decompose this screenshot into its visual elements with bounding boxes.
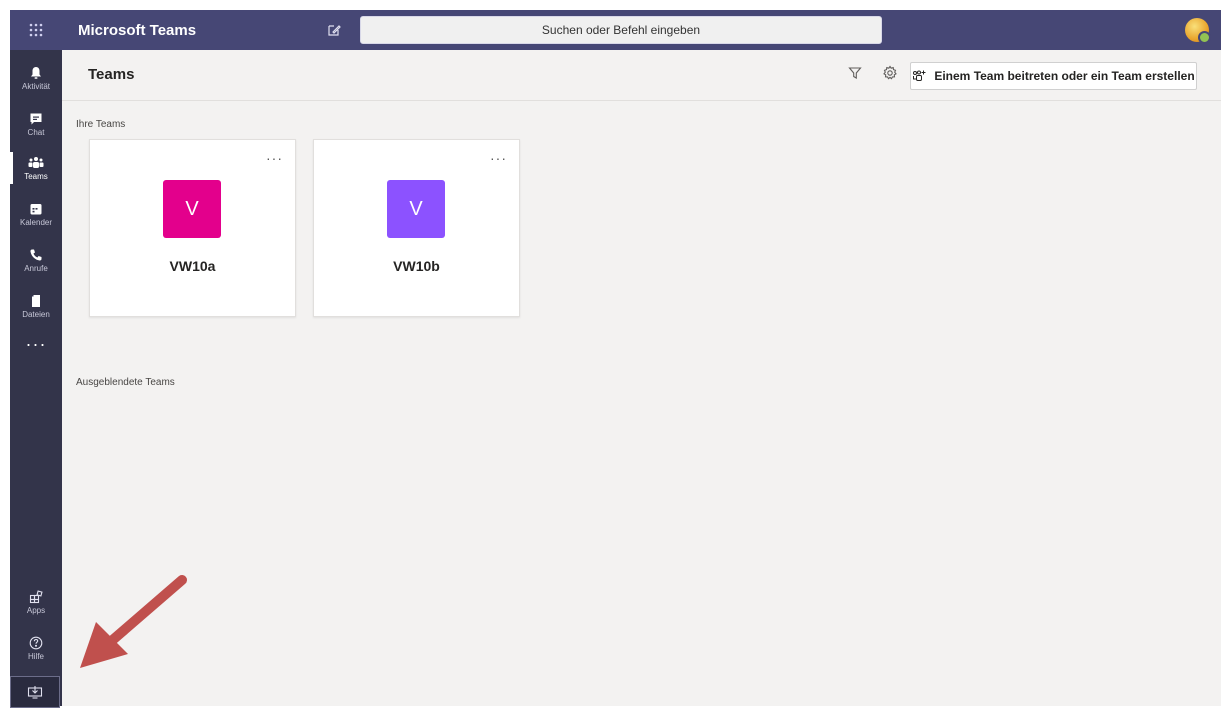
team-avatar: V [163,180,221,238]
team-card[interactable]: ··· V VW10b [313,139,520,317]
team-avatar: V [387,180,445,238]
rail-item-label: Anrufe [24,263,48,273]
download-app-button[interactable] [10,676,60,708]
compose-icon[interactable] [314,10,354,50]
search-input[interactable]: Suchen oder Befehl eingeben [360,16,882,44]
team-name: VW10a [169,258,216,274]
rail-item-label: Dateien [22,309,50,319]
team-name: VW10b [393,258,440,274]
team-card[interactable]: ··· V VW10a [89,139,296,317]
rail-item-help[interactable]: Hilfe [10,626,62,670]
rail-item-teams[interactable]: Teams [10,146,62,190]
rail-item-apps[interactable]: Apps [10,580,62,624]
add-team-icon [913,70,926,81]
app-launcher-icon[interactable] [10,10,62,50]
file-icon [32,294,40,307]
rail-item-label: Teams [24,171,48,181]
team-more-options-button[interactable]: ··· [490,150,507,166]
left-rail: Aktivität Chat Teams Kalender Anrufe Dat… [10,50,62,708]
rail-item-chat[interactable]: Chat [10,102,62,146]
apps-icon [29,589,43,603]
rail-item-label: Aktivität [21,81,50,91]
avatar[interactable] [1185,18,1211,44]
join-button-label: Einem Team beitreten oder ein Team erste… [934,69,1195,83]
join-or-create-team-button[interactable]: Einem Team beitreten oder ein Team erste… [910,62,1197,90]
team-more-options-button[interactable]: ··· [266,150,283,166]
gear-icon[interactable] [882,65,898,86]
page-header: Teams Einem Team beitreten oder ein Team… [62,50,1221,101]
calendar-icon [30,203,42,214]
rail-item-label: Hilfe [27,651,44,661]
page-title: Teams [88,66,135,83]
rail-item-calendar[interactable]: Kalender [10,192,62,236]
top-bar: Microsoft Teams Suchen oder Befehl einge… [10,10,1221,50]
rail-item-files[interactable]: Dateien [10,284,62,328]
annotation-arrow [80,575,187,668]
rail-item-label: Chat [27,127,45,137]
chat-icon [30,113,42,124]
main-content: Teams Einem Team beitreten oder ein Team… [62,50,1221,706]
help-icon [29,636,43,649]
download-icon [27,686,43,699]
bell-icon [31,66,41,79]
presence-badge [1198,31,1211,44]
section-label-hidden-teams: Ausgeblendete Teams [76,377,175,388]
rail-item-calls[interactable]: Anrufe [10,238,62,282]
rail-item-label: Apps [26,605,46,615]
filter-icon[interactable] [848,66,862,85]
rail-item-label: Kalender [19,217,53,227]
section-label-your-teams: Ihre Teams [76,119,126,130]
rail-item-activity[interactable]: Aktivität [10,56,62,100]
teams-icon [28,156,44,168]
rail-more-button[interactable]: ··· [10,334,62,355]
app-title: Microsoft Teams [78,21,197,39]
phone-icon [30,249,42,261]
